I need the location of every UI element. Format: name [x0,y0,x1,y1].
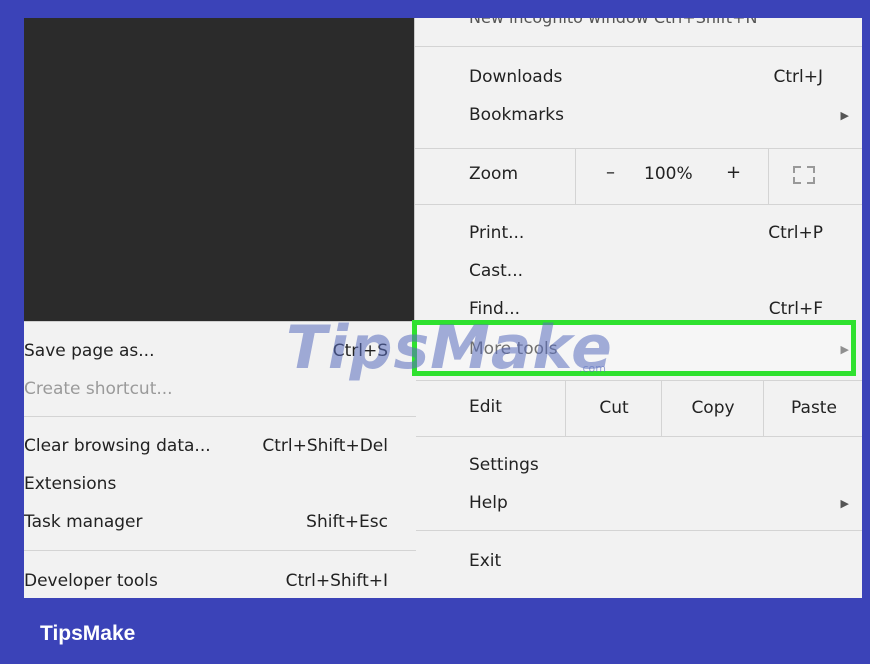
menu-item-label: Save page as... [24,341,155,361]
menu-item-label: Print... [469,223,525,243]
menu-item-label: Bookmarks [469,105,564,125]
paste-button[interactable]: Paste [763,380,862,436]
zoom-row: Zoom – 100% + [415,148,862,204]
menu-item-label: Exit [469,551,502,571]
menu-item-label: Extensions [24,474,117,494]
menu-item-exit[interactable]: Exit [415,542,862,580]
menu-item-label: Help [469,493,508,513]
menu-item-shortcut: Ctrl+P [768,223,823,243]
zoom-out-button[interactable]: – [606,162,615,183]
menu-separator [415,46,862,47]
submenu-item-developer-tools[interactable]: Developer tools Ctrl+Shift+I [24,564,416,598]
menu-item-new-incognito[interactable]: New incognito window Ctrl+Shift+N [469,18,757,27]
menu-item-shortcut: Ctrl+F [768,299,823,319]
menu-item-bookmarks[interactable]: Bookmarks ▶ [415,96,862,134]
submenu-arrow-icon: ▶ [840,108,849,122]
menu-item-label: Create shortcut... [24,379,173,399]
zoom-level: 100% [644,164,693,184]
menu-item-help[interactable]: Help ▶ [415,484,862,522]
submenu-item-clear-browsing-data[interactable]: Clear browsing data... Ctrl+Shift+Del [24,429,416,463]
menu-item-shortcut: Ctrl+Shift+I [285,571,388,591]
menu-item-label: Settings [469,455,539,475]
menu-separator [415,436,862,437]
submenu-item-task-manager[interactable]: Task manager Shift+Esc [24,505,416,539]
menu-item-print[interactable]: Print... Ctrl+P [415,214,862,252]
menu-separator [24,550,416,551]
edit-label: Edit [469,397,502,417]
menu-item-label: Developer tools [24,571,158,591]
menu-separator [24,416,416,417]
menu-separator [415,204,862,205]
menu-item-label: Clear browsing data... [24,436,211,456]
menu-separator [415,530,862,531]
watermark-suffix: .com [579,362,606,375]
zoom-label: Zoom [469,164,519,184]
submenu-arrow-icon: ▶ [840,496,849,510]
menu-item-shortcut: Ctrl+Shift+Del [262,436,388,456]
menu-item-downloads[interactable]: Downloads Ctrl+J [415,58,862,96]
zoom-in-button[interactable]: + [726,162,741,183]
submenu-item-extensions[interactable]: Extensions [24,467,416,501]
menu-item-label: Task manager [24,512,143,532]
screenshot-frame: New incognito window Ctrl+Shift+N Downlo… [24,18,862,598]
zoom-controls: – 100% + [575,148,769,204]
menu-item-label: Cast... [469,261,524,281]
brand-label: TipsMake [40,622,136,645]
chrome-main-menu: New incognito window Ctrl+Shift+N Downlo… [414,18,862,598]
menu-item-shortcut: Shift+Esc [306,512,388,532]
menu-item-settings[interactable]: Settings [415,446,862,484]
watermark: TipsMake [286,313,613,383]
edit-row: Edit Cut Copy Paste [415,380,862,436]
menu-item-cast[interactable]: Cast... [415,252,862,290]
cut-button[interactable]: Cut [565,380,662,436]
copy-button[interactable]: Copy [661,380,764,436]
fullscreen-icon[interactable] [793,166,815,184]
menu-item-shortcut: Ctrl+J [773,67,823,87]
menu-item-label: Downloads [469,67,563,87]
